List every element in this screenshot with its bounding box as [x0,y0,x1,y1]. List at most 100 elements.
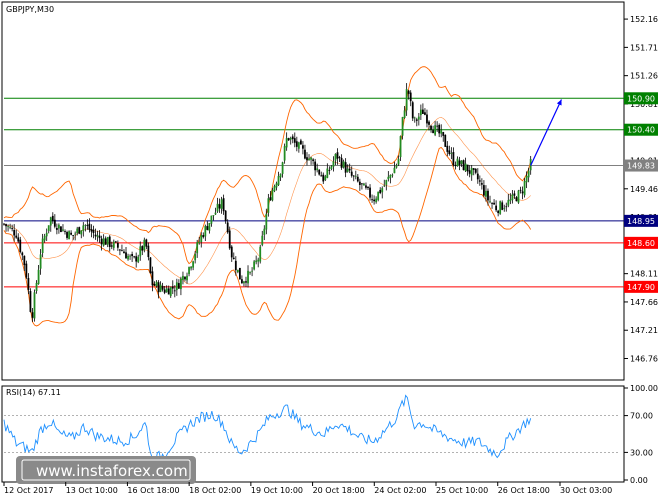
candle-body [346,168,349,172]
candle-body [137,256,140,263]
candle-body [499,201,502,214]
candle-body [92,229,95,234]
candle-body [413,117,416,119]
candle-body [487,190,489,201]
candle-body [60,226,62,233]
candle-body [200,235,203,243]
candle-body [279,173,282,178]
candle-body [255,260,258,263]
candle-body [322,174,325,182]
candle-body [121,250,123,252]
candle-body [100,238,103,245]
candle-body [147,245,150,258]
candle-body [505,206,508,208]
candle-body [37,269,40,284]
candle-body [7,226,9,227]
candle-body [228,230,231,249]
candle-body [41,238,44,254]
x-tick-label: 18 Oct 02:00 [189,486,241,495]
candle-body [338,157,341,158]
candle-body [310,157,312,160]
candle-body [243,281,245,284]
candle-body [448,150,451,154]
candle-body [348,168,351,171]
candle-body [354,175,357,177]
candle-body [186,275,188,281]
candle-body [182,275,184,280]
candle-body [352,175,355,177]
rsi-tick-label: 30.00 [630,448,653,457]
chart-svg: GBPJPY,M30 152.16151.71151.26150.81150.3… [1,1,658,495]
candle-body [358,181,361,185]
candle-body [104,238,107,245]
candle-body [483,185,485,196]
candle-body [464,163,467,172]
candle-body [460,160,463,164]
candle-body [399,136,402,158]
candle-body [196,242,199,254]
candle-body [495,205,498,211]
candle-body [283,146,286,161]
candle-body [403,110,406,118]
candle-body [62,229,64,231]
candle-body [389,174,392,178]
candle-body [356,176,359,182]
candle-body [527,170,530,178]
x-tick-label: 30 Oct 03:00 [560,486,612,495]
level-badge-label: 150.90 [627,94,655,103]
candle-body [340,157,343,168]
candle-body [74,233,77,235]
candle-body [135,256,138,262]
candle-body [165,288,168,293]
watermark-text: www.instaforex.com [36,462,188,480]
candle-body [202,235,205,238]
candle-body [304,149,306,159]
candle-body [131,254,134,257]
candle-body [114,241,117,243]
candle-body [15,235,18,238]
candle-body [480,183,483,185]
candle-body [149,257,152,274]
candle-body [216,203,219,212]
candle-body [434,125,437,135]
candle-body [393,167,396,174]
candle-body [208,222,211,231]
candle-body [192,261,195,268]
candle-body [80,230,83,235]
candle-body [218,204,221,209]
candle-body [51,215,54,221]
candle-body [430,125,432,130]
candle-body [153,284,156,286]
candle-body [379,189,382,194]
candle-body [470,168,473,176]
candle-body [241,279,243,284]
candle-body [39,254,42,269]
candle-body [350,171,353,176]
candle-body [161,285,164,290]
candle-body [66,232,68,238]
candle-body [344,162,347,173]
candle-body [424,112,426,115]
x-tick-label: 25 Oct 10:00 [436,486,488,495]
candle-body [145,239,148,247]
candle-body [98,235,101,239]
candle-body [308,158,310,161]
candle-body [261,235,264,245]
candle-body [381,188,384,193]
candle-body [224,210,227,221]
candle-body [230,246,233,258]
candle-body [88,223,91,230]
candle-body [112,241,115,248]
candle-body [106,237,109,245]
candle-body [417,116,420,120]
candle-body [151,271,154,286]
candle-body [385,180,388,185]
candle-body [450,152,453,154]
candle-body [511,194,514,201]
level-badge-label: 150.40 [627,126,655,135]
candle-body [326,168,329,178]
candle-body [190,266,192,269]
candle-body [171,286,174,289]
candle-body [401,117,404,136]
candle-body [397,158,400,165]
